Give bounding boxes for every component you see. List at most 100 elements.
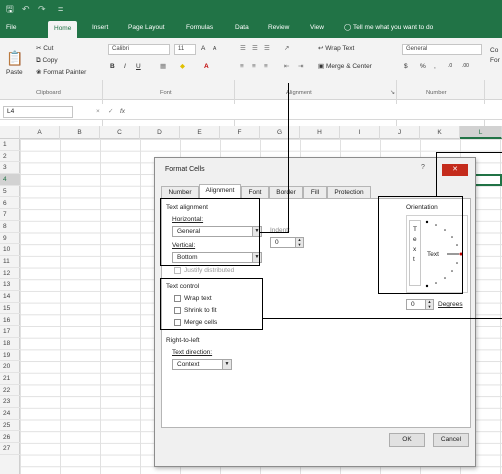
row-header[interactable]: 1 [0,139,20,151]
font-name-select[interactable]: Calibri [108,44,170,55]
tab-file[interactable]: File [6,23,16,33]
column-header-selected[interactable]: L [460,126,502,139]
column-header[interactable]: A [20,126,60,139]
row-header[interactable]: 20 [0,361,20,373]
tab-formulas[interactable]: Formulas [186,23,213,33]
row-header[interactable]: 12 [0,268,20,280]
row-header[interactable]: 21 [0,373,20,385]
cancel-button[interactable]: Cancel [433,433,469,447]
enter-icon[interactable]: ✓ [108,107,113,116]
row-header[interactable]: 17 [0,326,20,338]
column-header[interactable]: B [60,126,100,139]
text-direction-select[interactable]: Context ▼ [172,359,232,370]
column-header[interactable]: G [260,126,300,139]
conditional-formatting-button[interactable]: Co [490,46,498,55]
column-header[interactable]: J [380,126,420,139]
row-header[interactable]: 5 [0,186,20,198]
align-top-icon[interactable]: ☰ [240,44,246,53]
tab-home[interactable]: Home [48,21,78,38]
justify-distributed-checkbox[interactable] [174,267,181,274]
tell-me-box[interactable]: ◯ Tell me what you want to do [344,23,433,33]
row-header[interactable]: 10 [0,244,20,256]
row-header[interactable]: 8 [0,221,20,233]
fill-color-icon[interactable]: ◆ [180,62,185,71]
customize-toolbar-icon[interactable]: = [58,3,63,15]
cancel-icon[interactable]: × [96,107,100,116]
align-right-icon[interactable]: ≡ [264,62,268,71]
tab-page-layout[interactable]: Page Layout [128,23,165,33]
align-left-icon[interactable]: ≡ [240,62,244,71]
increase-indent-icon[interactable]: ⇥ [298,62,303,71]
format-painter-button[interactable]: ❀ Format Painter [36,68,86,77]
redo-icon[interactable]: ↷ [38,3,46,15]
row-header[interactable]: 19 [0,350,20,362]
column-header[interactable]: I [340,126,380,139]
row-header[interactable]: 7 [0,209,20,221]
increase-decimal-icon[interactable]: .0 [448,62,452,71]
row-header[interactable]: 26 [0,432,20,444]
row-header[interactable]: 13 [0,279,20,292]
borders-icon[interactable]: ▦ [160,62,166,71]
tab-alignment[interactable]: Alignment [199,184,241,199]
wrap-text-button[interactable]: ↩ Wrap Text [318,44,354,53]
tab-data[interactable]: Data [235,23,249,33]
ok-button[interactable]: OK [389,433,425,447]
column-header[interactable]: F [220,126,260,139]
align-middle-icon[interactable]: ☰ [252,44,258,53]
tab-insert[interactable]: Insert [92,23,108,33]
copy-button[interactable]: ⧉ Copy [36,56,58,65]
grow-font-button[interactable]: A [201,44,205,53]
row-header[interactable]: 14 [0,291,20,303]
row-header[interactable]: 2 [0,151,20,163]
column-header[interactable]: K [420,126,460,139]
merge-center-button[interactable]: ▣ Merge & Center [318,62,372,71]
row-header[interactable]: 16 [0,315,20,327]
name-box[interactable]: L4 [3,106,73,118]
paste-button[interactable]: Paste [6,68,23,77]
column-header[interactable]: D [140,126,180,139]
column-header[interactable]: H [300,126,340,139]
row-header[interactable]: 15 [0,303,20,315]
row-header[interactable]: 24 [0,408,20,420]
row-header[interactable]: 3 [0,162,20,175]
format-as-table-button[interactable]: For [490,56,500,65]
row-header[interactable]: 25 [0,420,20,432]
row-header[interactable]: 27 [0,443,20,455]
tab-review[interactable]: Review [268,23,289,33]
decrease-decimal-icon[interactable]: .00 [462,62,469,71]
align-center-icon[interactable]: ≡ [252,62,256,71]
undo-icon[interactable]: ↶ [22,3,30,15]
underline-button[interactable]: U [136,62,141,71]
paste-icon[interactable]: 📋 [6,51,23,65]
row-header[interactable]: 9 [0,233,20,245]
row-header-selected[interactable]: 4 [0,174,20,186]
column-header[interactable]: C [100,126,140,139]
font-color-icon[interactable]: A [204,62,209,71]
row-header[interactable]: 22 [0,385,20,397]
orientation-icon[interactable]: ↗ [284,44,289,53]
row-header[interactable]: 11 [0,256,20,268]
insert-function-icon[interactable]: fx [120,107,125,116]
currency-button[interactable]: $ [404,62,408,71]
indent-stepper[interactable]: 0 ▲ ▼ [270,237,304,248]
bold-button[interactable]: B [110,62,115,71]
number-format-select[interactable]: General [402,44,482,55]
percent-button[interactable]: % [420,62,426,71]
cut-button[interactable]: ✂ Cut [36,44,53,53]
comma-style-icon[interactable]: , [434,62,436,71]
row-header[interactable]: 6 [0,198,20,210]
decrease-indent-icon[interactable]: ⇤ [284,62,289,71]
row-header[interactable]: 18 [0,338,20,350]
font-size-select[interactable]: 11 [174,44,196,55]
degrees-stepper[interactable]: 0 ▲ ▼ [406,299,434,310]
row-header[interactable]: 23 [0,396,20,409]
italic-button[interactable]: I [124,62,126,71]
close-button[interactable]: ✕ [442,164,468,176]
shrink-font-button[interactable]: A [213,45,216,54]
help-button[interactable]: ? [421,164,425,171]
select-all-corner[interactable] [0,126,20,139]
save-icon[interactable]: 🖫 [6,3,14,15]
align-bottom-icon[interactable]: ☰ [264,44,270,53]
tab-view[interactable]: View [310,23,324,33]
alignment-dialog-launcher-icon[interactable]: ↘ [390,90,395,96]
